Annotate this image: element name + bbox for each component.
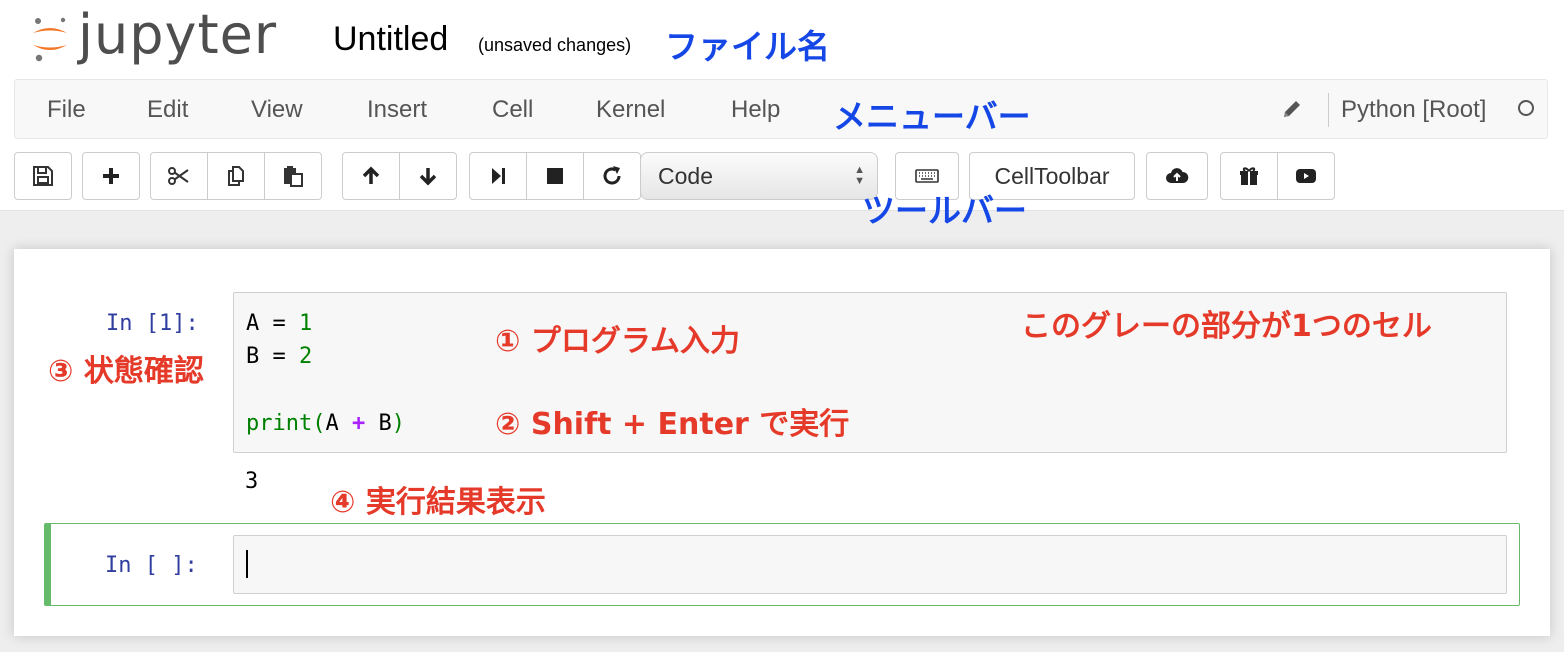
move-down-button[interactable] <box>399 152 457 200</box>
annotation-step1: ① プログラム入力 <box>495 324 740 359</box>
menu-kernel[interactable]: Kernel <box>596 96 665 124</box>
annotation-step2: ② Shift + Enter で実行 <box>495 407 850 442</box>
restart-icon <box>603 166 621 185</box>
code-line-4: print(A + B) <box>246 411 405 436</box>
menu-insert[interactable]: Insert <box>367 96 427 124</box>
annotation-filename: ファイル名 <box>665 27 830 66</box>
insert-cell-button[interactable] <box>82 152 140 200</box>
annotation-step4: ④ 実行結果表示 <box>330 485 546 520</box>
stop-icon <box>547 168 563 184</box>
cell1-input-prompt: In [1]: <box>106 311 199 336</box>
menu-view[interactable]: View <box>251 96 303 124</box>
move-up-button[interactable] <box>342 152 400 200</box>
plus-icon <box>103 168 119 184</box>
toolbar-group-insert <box>82 152 140 200</box>
menu-help[interactable]: Help <box>731 96 780 124</box>
copy-icon <box>228 166 244 186</box>
cloud-upload-button[interactable] <box>1146 152 1208 200</box>
cell1-output: 3 <box>245 469 259 494</box>
menu-edit[interactable]: Edit <box>147 96 188 124</box>
jupyter-wordmark: jupyter <box>78 3 278 66</box>
toolbar-group-save <box>14 152 72 200</box>
toolbar-group-move <box>342 152 457 200</box>
toolbar-group-upload <box>1146 152 1208 200</box>
cell2-code-area[interactable] <box>233 535 1507 594</box>
slideshow-button[interactable] <box>1277 152 1335 200</box>
notebook-container: In [1]: A = 1 B = 2 print(A + B) このグレーの部… <box>14 249 1550 636</box>
menu-file[interactable]: File <box>47 96 86 124</box>
cut-button[interactable] <box>150 152 208 200</box>
save-button[interactable] <box>14 152 72 200</box>
code-line-2: B = 2 <box>246 344 313 369</box>
cell2-input-prompt: In [ ]: <box>105 553 198 578</box>
cell-type-select[interactable]: Code ▲ ▼ <box>640 152 878 200</box>
kernel-idle-circle-icon <box>1518 100 1534 116</box>
play-video-icon <box>1296 169 1316 183</box>
interrupt-button[interactable] <box>526 152 584 200</box>
code-line-1: A = 1 <box>246 311 313 336</box>
annotation-toolbar: ツールバー <box>862 191 1027 230</box>
jupyter-logo-icon <box>30 15 70 63</box>
cell2-active[interactable]: In [ ]: <box>44 523 1520 606</box>
toolbar-group-extensions <box>1220 152 1335 200</box>
gift-button[interactable] <box>1220 152 1278 200</box>
annotation-menubar: メニューバー <box>833 97 1031 136</box>
save-icon <box>33 166 53 186</box>
arrow-down-icon <box>419 168 437 186</box>
run-button[interactable] <box>469 152 527 200</box>
save-status: (unsaved changes) <box>478 35 632 55</box>
annotation-step3: ③ 状態確認 <box>48 354 204 389</box>
pencil-icon[interactable] <box>1281 98 1303 120</box>
arrow-up-icon <box>362 166 380 184</box>
jupyter-logo[interactable]: jupyter <box>30 6 277 72</box>
toolbar-group-run <box>469 152 641 200</box>
annotation-gray-cell: このグレーの部分が1つのセル <box>1021 309 1432 344</box>
restart-button[interactable] <box>583 152 641 200</box>
toolbar-group-edit <box>150 152 322 200</box>
copy-button[interactable] <box>207 152 265 200</box>
paste-button[interactable] <box>264 152 322 200</box>
gift-icon <box>1240 167 1258 185</box>
menubar: File Edit View Insert Cell Kernel Help メ… <box>14 79 1548 139</box>
step-forward-icon <box>492 168 505 184</box>
kernel-name[interactable]: Python [Root] <box>1341 96 1486 124</box>
paste-icon <box>284 166 303 187</box>
text-cursor <box>246 550 248 578</box>
cloud-upload-icon <box>1166 168 1189 183</box>
kernel-separator <box>1328 93 1329 127</box>
scissors-icon <box>168 167 189 185</box>
menu-cell[interactable]: Cell <box>492 96 533 124</box>
header: jupyter Untitled (unsaved changes) ファイル名… <box>0 0 1564 230</box>
notebook-title[interactable]: Untitled <box>333 20 448 59</box>
cell-type-value: Code <box>658 163 713 189</box>
